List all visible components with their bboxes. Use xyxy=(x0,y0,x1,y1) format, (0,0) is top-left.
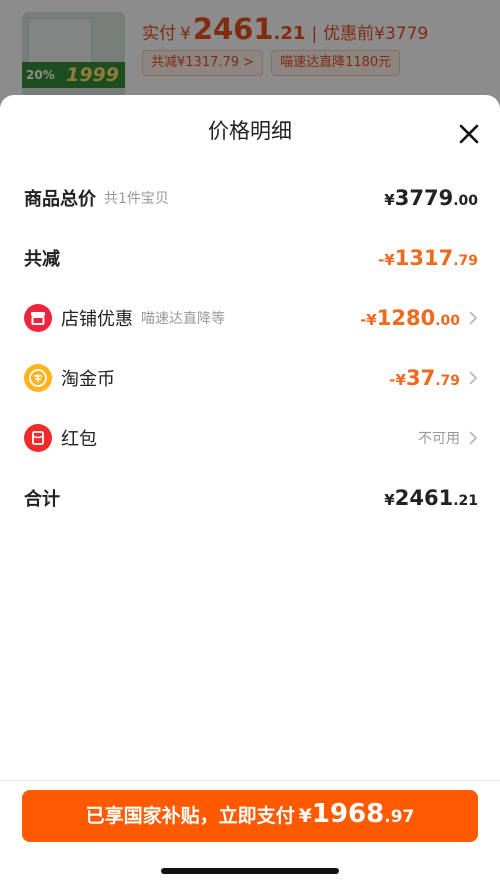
amount-symbol: -¥ xyxy=(360,311,377,329)
amount-integer: 2461 xyxy=(394,486,454,510)
coin-icon xyxy=(24,364,52,392)
amount-integer: 1280 xyxy=(376,306,436,330)
footer-divider xyxy=(0,780,500,781)
row-label: 合计 xyxy=(24,489,60,510)
amount-integer: 1317 xyxy=(394,246,454,270)
row-label: 商品总价 xyxy=(24,189,96,210)
row-amount: -¥ 1317 .79 xyxy=(378,246,478,270)
amount-integer: 37 xyxy=(405,366,436,390)
chevron-right-icon xyxy=(469,311,478,325)
row-label: 红包 xyxy=(61,429,97,450)
row-amount: -¥ 1280 .00 xyxy=(360,306,478,330)
chevron-right-icon xyxy=(469,431,478,445)
row-taojinbi[interactable]: 淘金币 -¥ 37 .79 xyxy=(24,358,478,398)
row-status: 不可用 xyxy=(418,428,478,448)
pay-button-label: 已享国家补贴，立即支付 xyxy=(85,805,295,827)
modal-backdrop[interactable] xyxy=(0,0,500,110)
row-total-discount: 共减 -¥ 1317 .79 xyxy=(24,238,478,278)
row-amount: -¥ 37 .79 xyxy=(389,366,478,390)
row-amount: ¥ 3779 .00 xyxy=(384,186,478,210)
amount-symbol: -¥ xyxy=(378,251,395,269)
pay-now-button[interactable]: 已享国家补贴，立即支付 ¥ 1968 .97 xyxy=(22,790,478,842)
amount-decimal: .00 xyxy=(453,193,478,209)
pay-button-integer: 1968 xyxy=(311,799,385,829)
pay-button-symbol: ¥ xyxy=(298,805,312,827)
amount-symbol: -¥ xyxy=(389,371,406,389)
close-button[interactable] xyxy=(456,121,482,147)
amount-decimal: .00 xyxy=(435,313,460,329)
row-label: 店铺优惠 xyxy=(61,309,133,330)
amount-symbol: ¥ xyxy=(384,491,395,509)
unavailable-status: 不可用 xyxy=(418,431,460,447)
red-packet-icon xyxy=(24,424,52,452)
chevron-right-icon xyxy=(469,371,478,385)
pay-button-decimal: .97 xyxy=(384,807,415,827)
amount-symbol: ¥ xyxy=(384,191,395,209)
amount-decimal: .79 xyxy=(435,373,460,389)
store-icon xyxy=(24,304,52,332)
row-total-price: 商品总价 共1件宝贝 ¥ 3779 .00 xyxy=(24,178,478,218)
row-red-packet[interactable]: 红包 不可用 xyxy=(24,418,478,458)
amount-decimal: .79 xyxy=(453,253,478,269)
price-detail-sheet: 价格明细 商品总价 共1件宝贝 ¥ 3779 .00 共减 -¥ 1317 .7… xyxy=(0,95,500,886)
home-indicator xyxy=(161,868,339,874)
sheet-title: 价格明细 xyxy=(208,119,292,143)
row-store-discount[interactable]: 店铺优惠 喵速达直降等 -¥ 1280 .00 xyxy=(24,298,478,338)
amount-decimal: .21 xyxy=(453,493,478,509)
row-label: 淘金币 xyxy=(61,369,115,390)
amount-integer: 3779 xyxy=(394,186,454,210)
row-amount: ¥ 2461 .21 xyxy=(384,486,478,510)
row-grand-total: 合计 ¥ 2461 .21 xyxy=(24,478,478,518)
row-sub-label: 喵速达直降等 xyxy=(141,311,225,327)
close-icon xyxy=(459,124,479,144)
row-sub-label: 共1件宝贝 xyxy=(104,191,169,207)
row-label: 共减 xyxy=(24,249,60,270)
